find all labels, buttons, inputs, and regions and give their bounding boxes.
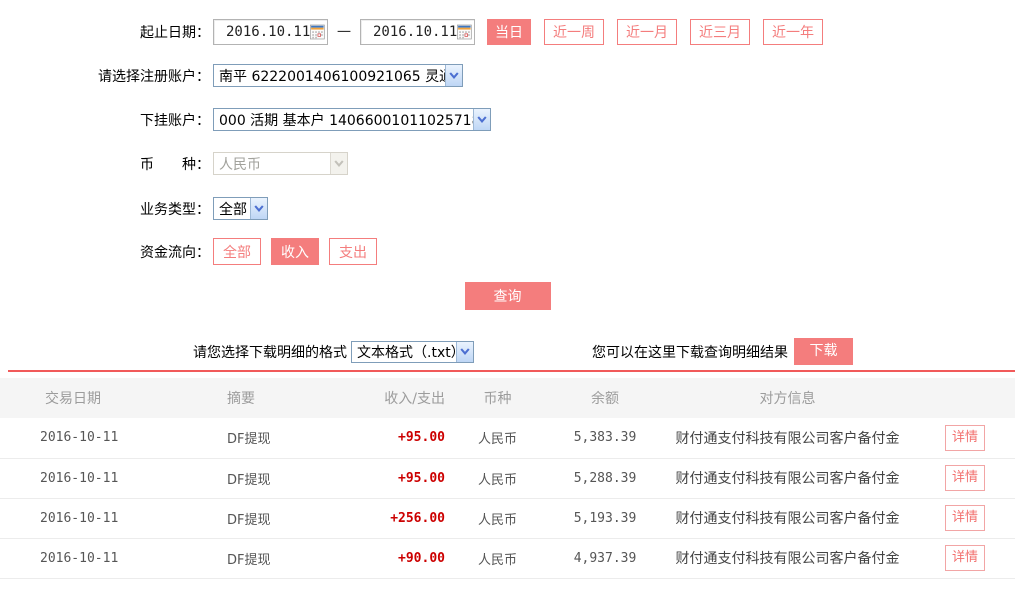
business-type-select[interactable]: 全部	[213, 197, 268, 220]
download-format-value: 文本格式（.txt）	[352, 342, 456, 362]
chevron-down-icon	[445, 65, 462, 86]
cell-amount: +95.00	[350, 418, 445, 458]
cell-counterparty: 财付通支付科技有限公司客户备付金	[660, 418, 915, 458]
download-hint: 您可以在这里下载查询明细结果	[592, 342, 788, 362]
start-date-input[interactable]: 2016.10.11	[213, 19, 328, 45]
table-row: 2016-10-11 DF提现 +90.00 人民币 4,937.39 财付通支…	[0, 538, 1015, 578]
cell-summary: DF提现	[227, 458, 350, 498]
currency-label: 币 种：	[0, 154, 213, 174]
cell-balance: 4,937.39	[550, 538, 660, 578]
cell-balance: 5,383.39	[550, 418, 660, 458]
quick-range-quarter-button[interactable]: 近三月	[690, 19, 750, 45]
query-row: 查询	[0, 282, 1015, 310]
download-row: 请您选择下载明细的格式 文本格式（.txt） 您可以在这里下载查询明细结果 下载	[0, 338, 1015, 365]
detail-button[interactable]: 详情	[945, 425, 985, 451]
start-date-value: 2016.10.11	[226, 24, 310, 40]
chevron-down-icon	[473, 109, 490, 130]
cell-amount: +90.00	[350, 538, 445, 578]
cell-currency: 人民币	[445, 418, 550, 458]
detail-button[interactable]: 详情	[945, 545, 985, 571]
chevron-down-icon	[330, 153, 347, 174]
registered-account-label: 请选择注册账户：	[0, 66, 213, 86]
calendar-icon[interactable]	[457, 22, 472, 42]
end-date-value: 2016.10.11	[373, 24, 457, 40]
quick-range-month-button[interactable]: 近一月	[617, 19, 677, 45]
col-header-date: 交易日期	[0, 378, 227, 418]
currency-select: 人民币	[213, 152, 348, 175]
fund-flow-row: 资金流向： 全部 收入 支出	[0, 238, 1015, 265]
currency-value: 人民币	[214, 154, 330, 174]
col-header-actions	[915, 378, 1015, 418]
sub-account-label: 下挂账户：	[0, 110, 213, 130]
registered-account-row: 请选择注册账户： 南平 6222001406100921065 灵通卡	[0, 64, 1015, 87]
table-row: 2016-10-11 DF提现 +95.00 人民币 5,383.39 财付通支…	[0, 418, 1015, 458]
col-header-currency: 币种	[445, 378, 550, 418]
fund-flow-all-button[interactable]: 全部	[213, 238, 261, 265]
detail-button[interactable]: 详情	[945, 465, 985, 491]
table-top-divider	[8, 370, 1015, 372]
download-format-label: 请您选择下载明细的格式	[193, 342, 347, 362]
fund-flow-label: 资金流向：	[0, 242, 213, 262]
business-type-value: 全部	[214, 199, 250, 219]
col-header-counterparty: 对方信息	[660, 378, 915, 418]
fund-flow-expense-button[interactable]: 支出	[329, 238, 377, 265]
table-row: 2016-10-11 DF提现 +256.00 人民币 5,193.39 财付通…	[0, 498, 1015, 538]
cell-balance: 5,193.39	[550, 498, 660, 538]
date-range-row: 起止日期： 2016.10.11 一 2016.10.11	[0, 19, 1015, 45]
cell-summary: DF提现	[227, 418, 350, 458]
date-range-label: 起止日期：	[0, 22, 213, 42]
download-button[interactable]: 下载	[794, 338, 853, 365]
cell-counterparty: 财付通支付科技有限公司客户备付金	[660, 458, 915, 498]
col-header-balance: 余额	[550, 378, 660, 418]
chevron-down-icon	[456, 342, 473, 362]
col-header-summary: 摘要	[227, 378, 350, 418]
currency-row: 币 种： 人民币	[0, 152, 1015, 175]
date-separator: 一	[337, 22, 351, 42]
download-format-select[interactable]: 文本格式（.txt）	[351, 341, 474, 363]
cell-summary: DF提现	[227, 538, 350, 578]
chevron-down-icon	[250, 198, 267, 219]
cell-balance: 5,288.39	[550, 458, 660, 498]
cell-date: 2016-10-11	[0, 498, 227, 538]
quick-range-today-button[interactable]: 当日	[487, 19, 531, 45]
sub-account-select[interactable]: 000 活期 基本户 1406600101102571848	[213, 108, 491, 131]
business-type-label: 业务类型：	[0, 199, 213, 219]
transaction-query-page: 起止日期： 2016.10.11 一 2016.10.11	[0, 19, 1015, 600]
quick-range-week-button[interactable]: 近一周	[544, 19, 604, 45]
sub-account-row: 下挂账户： 000 活期 基本户 1406600101102571848	[0, 108, 1015, 131]
cell-amount: +95.00	[350, 458, 445, 498]
cell-date: 2016-10-11	[0, 538, 227, 578]
business-type-row: 业务类型： 全部	[0, 196, 1015, 221]
transactions-table: 交易日期 摘要 收入/支出 币种 余额 对方信息 2016-10-11 DF提现…	[0, 378, 1015, 579]
cell-summary: DF提现	[227, 498, 350, 538]
detail-button[interactable]: 详情	[945, 505, 985, 531]
calendar-icon[interactable]	[310, 22, 325, 42]
cell-currency: 人民币	[445, 498, 550, 538]
registered-account-select[interactable]: 南平 6222001406100921065 灵通卡	[213, 64, 463, 87]
cell-currency: 人民币	[445, 458, 550, 498]
cell-amount: +256.00	[350, 498, 445, 538]
registered-account-value: 南平 6222001406100921065 灵通卡	[214, 66, 445, 86]
table-header-row: 交易日期 摘要 收入/支出 币种 余额 对方信息	[0, 378, 1015, 418]
cell-currency: 人民币	[445, 538, 550, 578]
query-button[interactable]: 查询	[465, 282, 551, 310]
cell-counterparty: 财付通支付科技有限公司客户备付金	[660, 498, 915, 538]
end-date-input[interactable]: 2016.10.11	[360, 19, 475, 45]
col-header-amount: 收入/支出	[350, 378, 445, 418]
quick-range-year-button[interactable]: 近一年	[763, 19, 823, 45]
fund-flow-income-button[interactable]: 收入	[271, 238, 319, 265]
cell-counterparty: 财付通支付科技有限公司客户备付金	[660, 538, 915, 578]
cell-date: 2016-10-11	[0, 458, 227, 498]
cell-date: 2016-10-11	[0, 418, 227, 458]
table-row: 2016-10-11 DF提现 +95.00 人民币 5,288.39 财付通支…	[0, 458, 1015, 498]
sub-account-value: 000 活期 基本户 1406600101102571848	[214, 110, 473, 130]
